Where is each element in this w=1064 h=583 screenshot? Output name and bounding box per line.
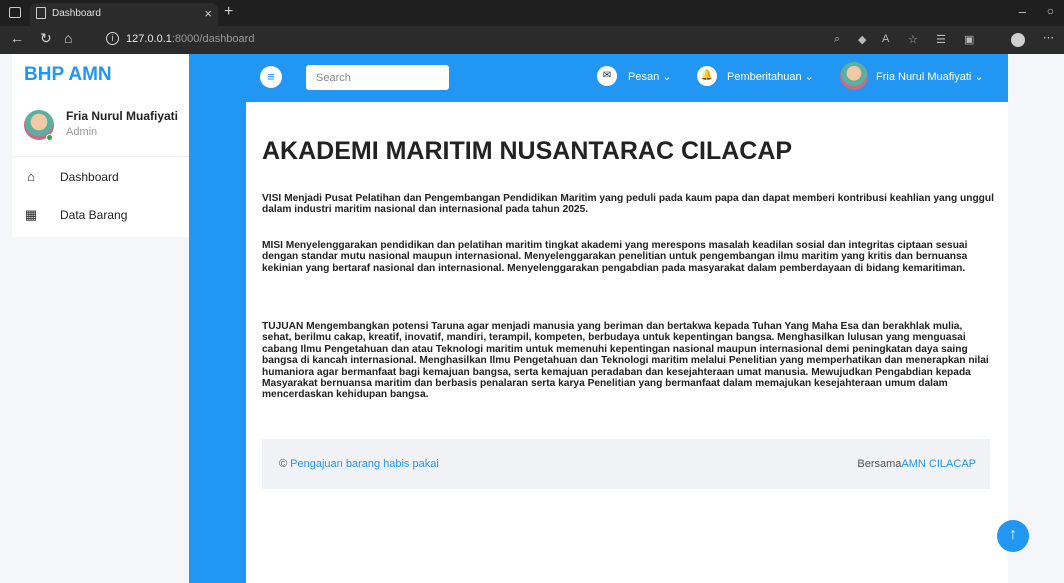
back-icon[interactable]: ← xyxy=(10,30,24,46)
extension-icon[interactable]: ◆ xyxy=(858,33,866,46)
sidebar-item-label: Dashboard xyxy=(60,170,119,184)
tab-title: Dashboard xyxy=(52,8,101,19)
user-menu-dropdown[interactable]: Fria Nurul Muafiyati ⌄ xyxy=(876,70,984,83)
sidebar-item-dashboard[interactable]: ⌂ Dashboard xyxy=(24,167,174,187)
collections-icon[interactable]: ▣ xyxy=(964,33,974,46)
online-status-icon xyxy=(46,134,53,141)
search-input[interactable] xyxy=(306,65,449,90)
brand-logo[interactable]: BHP AMN xyxy=(24,64,112,86)
search-icon[interactable]: ⌕ xyxy=(834,33,840,46)
visi-paragraph: VISI Menjadi Pusat Pelatihan dan Pengemb… xyxy=(262,193,994,216)
profile-icon[interactable] xyxy=(1011,33,1025,47)
scroll-to-top-button[interactable]: ↑ xyxy=(997,520,1029,552)
minimize-button[interactable]: – xyxy=(1019,4,1026,19)
favorite-icon[interactable]: ☆ xyxy=(908,33,918,46)
page-icon xyxy=(36,7,46,19)
sidebar-user-role: Admin xyxy=(66,126,98,138)
read-aloud-icon[interactable]: A xyxy=(882,33,889,45)
browser-tab[interactable]: Dashboard × xyxy=(30,3,218,26)
messages-dropdown[interactable]: Pesan ⌄ xyxy=(628,70,671,83)
url-text: 127.0.0.1:8000/dashboard xyxy=(126,33,255,45)
window-menu-icon[interactable] xyxy=(9,7,21,18)
sidebar-user-name: Fria Nurul Muafiyati xyxy=(66,109,179,123)
credit-link[interactable]: AMN CILACAP xyxy=(901,458,976,470)
more-icon[interactable]: ⋯ xyxy=(1043,31,1054,44)
browser-tab-bar: Dashboard × + – ○ xyxy=(0,0,1064,26)
refresh-icon[interactable]: ↻ xyxy=(40,30,52,47)
side-accent-band xyxy=(189,54,246,583)
window-close-button[interactable]: ○ xyxy=(1047,4,1054,18)
tab-close-button[interactable]: × xyxy=(204,6,212,21)
misi-paragraph: MISI Menyelenggarakan pendidikan dan pel… xyxy=(262,240,968,274)
address-bar: ← ↻ ⌂ i 127.0.0.1:8000/dashboard ⌕ ◆ A ☆… xyxy=(0,26,1064,54)
grid-icon: ▦ xyxy=(24,207,38,222)
home-icon: ⌂ xyxy=(27,169,35,184)
sidebar-divider xyxy=(12,156,189,157)
new-tab-button[interactable]: + xyxy=(224,3,233,21)
tujuan-paragraph: TUJUAN Mengembangkan potensi Taruna agar… xyxy=(262,321,989,401)
copyright-link[interactable]: Pengajuan barang habis pakai xyxy=(290,458,439,470)
site-info-icon[interactable]: i xyxy=(106,32,119,45)
menu-toggle-button[interactable]: ≡ xyxy=(260,66,282,88)
footer-copyright: © Pengajuan barang habis pakai xyxy=(279,458,439,470)
mail-icon[interactable]: ✉ xyxy=(597,66,617,86)
notifications-dropdown[interactable]: Pemberitahuan ⌄ xyxy=(727,70,814,83)
sidebar-item-data-barang[interactable]: ▦ Data Barang xyxy=(24,205,174,225)
user-avatar[interactable] xyxy=(840,62,868,90)
page-title: AKADEMI MARITIM NUSANTARAC CILACAP xyxy=(262,137,793,165)
bell-icon[interactable]: 🔔 xyxy=(697,66,717,86)
home-icon[interactable]: ⌂ xyxy=(64,30,72,46)
favorites-list-icon[interactable]: ☰ xyxy=(936,33,946,46)
sidebar-item-label: Data Barang xyxy=(60,208,128,222)
footer-credit: BersamaAMN CILACAP xyxy=(857,458,976,470)
